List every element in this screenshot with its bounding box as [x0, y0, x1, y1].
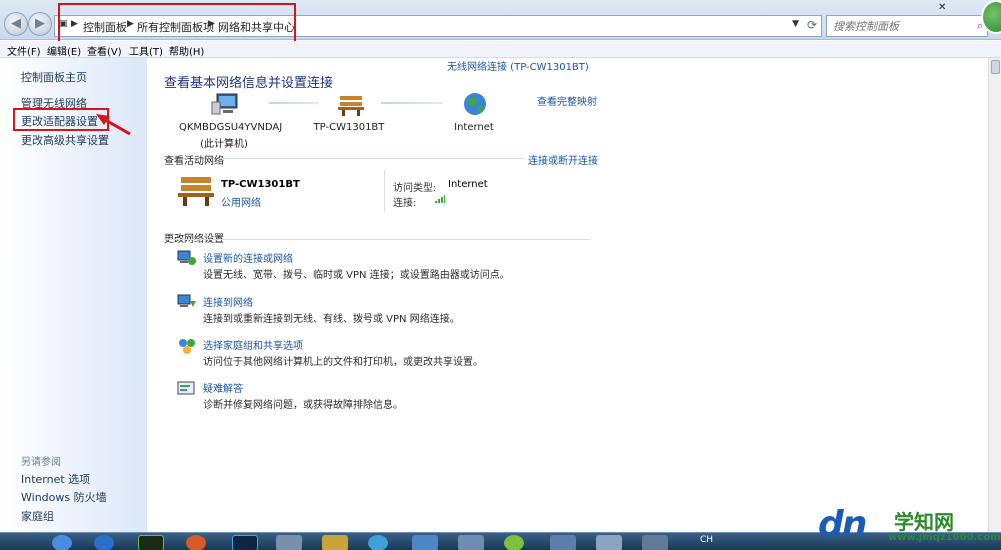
back-button[interactable]: ◀	[4, 12, 28, 36]
watermark: dn 学知网 www.jmqz1000.com	[814, 500, 1001, 550]
sidebar-item-home[interactable]: 控制面板主页	[21, 69, 87, 85]
troubleshoot-icon	[177, 381, 195, 395]
menu-view[interactable]: 查看(V)	[87, 43, 122, 58]
taskbar-app-icon[interactable]	[596, 535, 622, 550]
chevron-down-icon[interactable]: ▼	[792, 19, 799, 29]
wireless-connection-link[interactable]: 无线网络连接 (TP-CW1301BT)	[447, 58, 589, 73]
page-title: 查看基本网络信息并设置连接	[164, 76, 334, 91]
connection-label: 连接:	[393, 198, 417, 209]
watermark-logo: dn	[818, 504, 867, 545]
menu-edit[interactable]: 编辑(E)	[47, 43, 81, 58]
task-homegroup-desc: 访问位于其他网络计算机上的文件和打印机，或更改共享设置。	[203, 357, 483, 368]
taskbar-app-icon[interactable]	[412, 535, 438, 550]
node-internet-name: Internet	[454, 122, 494, 133]
bench-network-icon	[178, 177, 214, 206]
taskbar-app-icon[interactable]	[504, 535, 524, 550]
signal-bars-icon	[435, 195, 445, 203]
close-icon[interactable]: ✕	[938, 2, 946, 13]
menu-file[interactable]: 文件(F)	[7, 43, 41, 58]
access-type-value: Internet	[448, 179, 488, 190]
divider	[164, 239, 590, 240]
bench-network-icon	[338, 96, 364, 116]
scrollbar[interactable]	[988, 58, 1001, 532]
new-connection-icon	[177, 250, 196, 265]
menu-bar: 文件(F) 编辑(E) 查看(V) 工具(T) 帮助(H)	[0, 41, 1001, 58]
taskbar-lang-indicator[interactable]: CH	[700, 535, 713, 545]
node-router-name: TP-CW1301BT	[313, 122, 385, 133]
divider	[384, 170, 385, 212]
menu-help[interactable]: 帮助(H)	[169, 43, 204, 58]
access-type-label: 访问类型:	[393, 183, 437, 194]
task-setup-connection-desc: 设置无线、宽带、拨号、临时或 VPN 连接；或设置路由器或访问点。	[203, 270, 510, 281]
task-troubleshoot-desc: 诊断并修复网络问题，或获得故障排除信息。	[203, 400, 403, 411]
active-network-name: TP-CW1301BT	[221, 179, 300, 190]
forward-arrow-icon: ▶	[35, 16, 45, 31]
task-connect-network-desc: 连接到或重新连接到无线、有线、拨号或 VPN 网络连接。	[203, 314, 460, 325]
homegroup-icon	[179, 339, 195, 354]
task-homegroup-link[interactable]: 选择家庭组和共享选项	[203, 337, 303, 352]
node-computer-name: QKMBDGSU4YVNDAJ	[179, 122, 283, 133]
divider	[220, 158, 525, 159]
connect-disconnect-link[interactable]: 连接或断开连接	[528, 152, 598, 167]
highlight-address-box	[58, 3, 296, 45]
task-troubleshoot-link[interactable]: 疑难解答	[203, 380, 243, 395]
back-arrow-icon: ◀	[11, 16, 21, 31]
taskbar-app-icon[interactable]	[368, 535, 388, 550]
forward-button[interactable]: ▶	[28, 12, 52, 36]
red-arrow-icon	[96, 114, 131, 136]
task-connect-network-link[interactable]: 连接到网络	[203, 294, 253, 309]
taskbar-globe-icon[interactable]	[94, 535, 114, 550]
sidebar-item-internet-options[interactable]: Internet 选项	[21, 471, 90, 487]
taskbar-app-icon[interactable]	[186, 535, 206, 550]
search-input[interactable]	[827, 16, 967, 36]
search-box[interactable]: ⌕	[826, 15, 988, 37]
watermark-url: www.jmqz1000.com	[888, 532, 1001, 543]
taskbar-app-icon[interactable]	[458, 535, 484, 550]
refresh-icon[interactable]: ⟳	[807, 18, 817, 32]
taskbar-ie-icon[interactable]	[52, 535, 72, 550]
main-content: 查看基本网络信息并设置连接 查看完整映射 QKMBDGSU4YVNDAJ (此计…	[147, 58, 988, 532]
see-also-heading: 另请参阅	[21, 457, 61, 468]
menu-tools[interactable]: 工具(T)	[129, 43, 163, 58]
taskbar-app-icon[interactable]	[276, 535, 302, 550]
sidebar-item-homegroup[interactable]: 家庭组	[21, 508, 54, 524]
taskbar-photoshop-icon[interactable]	[232, 535, 258, 550]
map-link-line	[381, 102, 443, 104]
network-type-link[interactable]: 公用网络	[221, 194, 261, 209]
taskbar-folder-icon[interactable]	[322, 535, 348, 550]
globe-icon	[464, 93, 486, 115]
watermark-site-name: 学知网	[894, 510, 954, 534]
active-networks-heading: 查看活动网络	[164, 156, 224, 167]
computer-icon	[211, 93, 238, 115]
scroll-thumb[interactable]	[991, 60, 1000, 74]
taskbar-app-icon[interactable]	[550, 535, 576, 550]
connect-network-icon	[177, 294, 196, 307]
taskbar-dreamweaver-icon[interactable]	[138, 535, 164, 550]
map-link-line	[269, 102, 319, 104]
view-full-map-link[interactable]: 查看完整映射	[537, 93, 597, 108]
change-settings-heading: 更改网络设置	[164, 230, 224, 245]
task-setup-connection-link[interactable]: 设置新的连接或网络	[203, 250, 293, 265]
sidebar-item-firewall[interactable]: Windows 防火墙	[21, 489, 107, 505]
node-computer-sub: (此计算机)	[200, 139, 248, 150]
taskbar-app-icon[interactable]	[642, 535, 668, 550]
